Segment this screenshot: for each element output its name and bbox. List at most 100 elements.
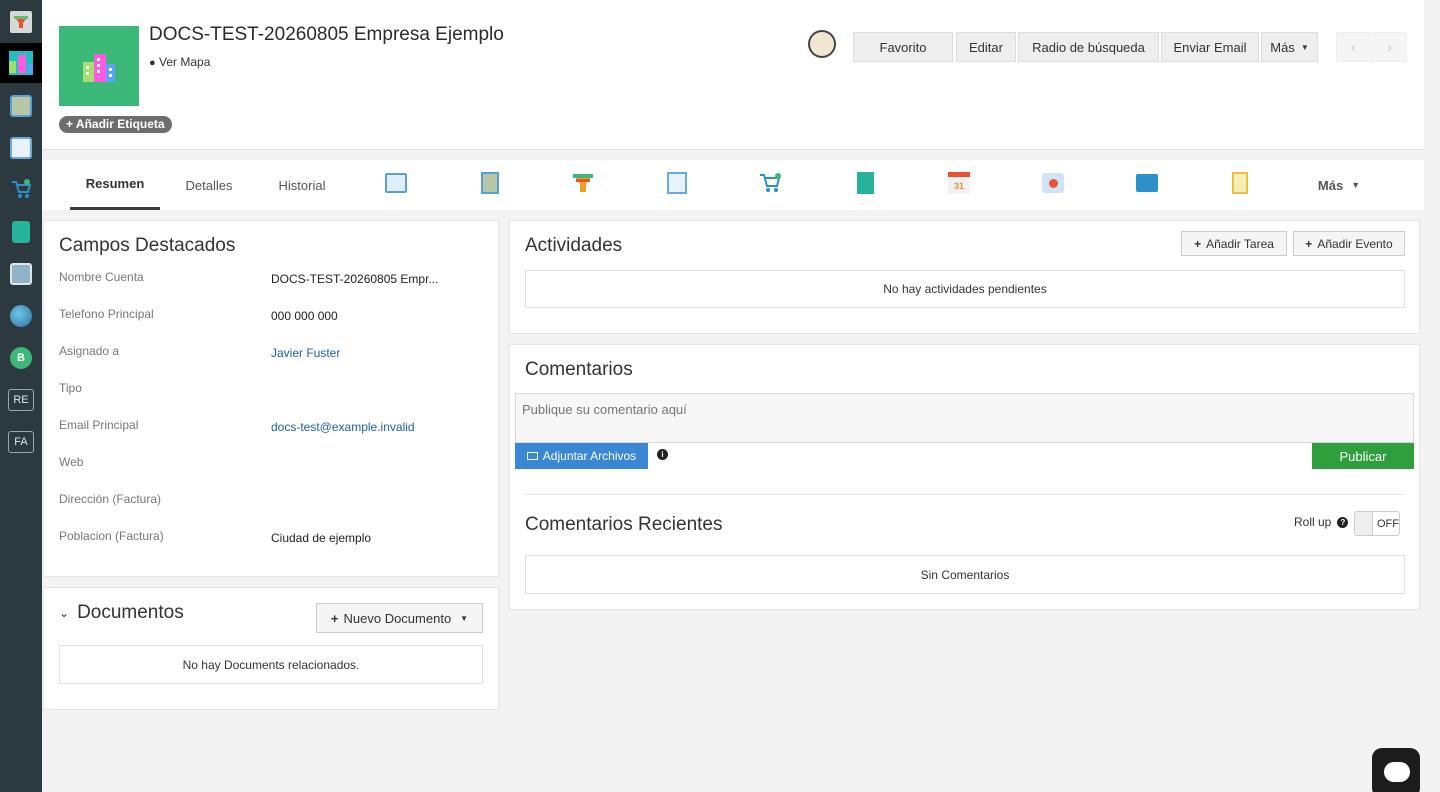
documents-empty-message: No hay Documents relacionados. [59,645,483,684]
rollup-control: Roll up ? [1294,515,1349,529]
key-fields-title: Campos Destacados [59,235,236,256]
sidebar-re-item[interactable]: RE [0,380,42,420]
document-edit-icon [10,137,32,159]
add-event-label: Añadir Evento [1317,236,1393,251]
cart-icon[interactable] [758,170,784,196]
tab-resumen[interactable]: Resumen [70,160,160,210]
field-label: Telefono Principal [59,307,154,321]
activities-panel: Actividades + Añadir Tarea + Añadir Even… [509,220,1420,334]
send-email-button[interactable]: Enviar Email [1161,32,1259,62]
caret-down-icon: ▼ [1351,180,1361,190]
key-fields-panel: Campos Destacados Nombre Cuenta DOCS-TES… [43,220,499,577]
email-icon[interactable] [1134,170,1160,196]
sidebar-globe-item[interactable] [0,296,42,336]
documents-header[interactable]: ⌄ Documentos [59,602,184,624]
invoice-icon [12,221,30,243]
publish-button[interactable]: Publicar [1312,443,1414,469]
documents-panel: ⌄ Documentos + Nuevo Documento ▼ No hay … [43,587,499,710]
previous-record-button[interactable]: ‹ [1336,32,1371,62]
add-tag-button[interactable]: + Añadir Etiqueta [59,116,172,133]
record-tabs: Resumen Detalles Historial 31 Más ▼ [42,160,1424,210]
comments-title: Comentarios [525,359,633,380]
globe-icon [10,305,32,327]
attach-files-label: Adjuntar Archivos [542,449,637,463]
chevron-down-icon: ⌄ [59,606,70,620]
comment-textarea[interactable] [515,393,1414,443]
laptop-icon [526,452,538,460]
field-value-email[interactable]: docs-test@example.invalid [271,420,415,434]
field-value-billing-city: Ciudad de ejemplo [271,531,372,545]
field-label: Asignado a [59,344,120,358]
field-value-account-name: DOCS-TEST-20260805 Empr... [271,272,439,286]
funnel-icon[interactable] [570,170,596,196]
add-task-label: Añadir Tarea [1206,236,1274,251]
meeting-icon[interactable] [383,170,409,196]
field-value-assigned-user[interactable]: Javier Fuster [271,346,340,360]
record-title: DOCS-TEST-20260805 Empresa Ejemplo [149,24,504,45]
field-value-phone[interactable]: 000 000 000 [271,309,338,323]
map-pin-icon[interactable] [1040,170,1066,196]
contact-icon[interactable] [477,170,503,196]
tab-historial[interactable]: Historial [262,160,342,210]
add-tag-label: Añadir Etiqueta [75,117,165,131]
more-actions-dropdown[interactable]: Más ▼ [1261,32,1318,62]
plus-icon: + [1194,236,1202,251]
caret-down-icon: ▼ [460,613,469,623]
tab-more-label: Más [1317,177,1344,193]
tab-more[interactable]: Más ▼ [1304,160,1374,210]
tab-detalles[interactable]: Detalles [169,160,249,210]
edit-button[interactable]: Editar [956,32,1016,62]
sidebar-reports-item[interactable] [0,254,42,294]
field-label: Dirección (Factura) [59,492,162,506]
sidebar-b-item[interactable]: B [0,338,42,378]
search-radius-button[interactable]: Radio de búsqueda [1018,32,1159,62]
toggle-knob [1355,512,1373,535]
quote-icon[interactable] [664,170,690,196]
next-record-button[interactable]: › [1372,32,1407,62]
sidebar-fa-item[interactable]: FA [0,422,42,462]
add-task-button[interactable]: + Añadir Tarea [1181,231,1287,256]
funnel-icon [10,11,32,33]
chevron-right-icon: › [1387,38,1392,56]
sidebar-leads-item[interactable] [0,2,42,42]
fa-icon: FA [8,431,34,453]
plus-icon: + [330,610,339,626]
field-label: Email Principal [59,418,139,432]
rollup-toggle[interactable]: OFF [1354,511,1400,536]
view-map-link[interactable]: ● Ver Mapa [149,55,210,69]
record-building-icon [59,26,139,106]
favorite-button[interactable]: Favorito [853,32,953,62]
sidebar-orders-item[interactable] [0,170,42,210]
recent-comments-title: Comentarios Recientes [525,514,723,535]
circle-b-icon: B [10,347,32,369]
attach-files-button[interactable]: Adjuntar Archivos [515,443,648,469]
toggle-state-label: OFF [1377,517,1399,530]
cart-icon [10,178,32,203]
activities-title: Actividades [525,235,623,256]
dashboard-icon [10,263,32,285]
sidebar-quotes-item[interactable] [0,128,42,168]
sidebar-accounts-item[interactable] [0,43,42,83]
field-label: Web [59,455,84,469]
sidebar-invoices-item[interactable] [0,212,42,252]
contact-card-icon [10,95,32,117]
question-icon[interactable]: ? [1337,516,1349,528]
invoice-icon[interactable] [852,170,878,196]
sidebar-contacts-item[interactable] [0,86,42,126]
comments-panel: Comentarios Adjuntar Archivos i Publicar… [509,344,1420,610]
more-actions-label: Más [1270,39,1295,55]
circle-b-letter: B [17,352,25,364]
field-label: Poblacion (Factura) [59,529,164,543]
rollup-label: Roll up [1294,515,1332,529]
info-icon[interactable]: i [657,449,668,460]
chat-widget-button[interactable] [1372,748,1420,792]
documents-title: Documentos [77,602,184,623]
notes-icon[interactable] [1227,170,1253,196]
re-icon: RE [8,389,34,411]
calendar-icon[interactable]: 31 [946,170,972,196]
new-document-button[interactable]: + Nuevo Documento ▼ [316,603,483,633]
activities-empty-message: No hay actividades pendientes [525,270,1405,308]
add-event-button[interactable]: + Añadir Evento [1293,231,1405,256]
chevron-left-icon: ‹ [1351,38,1356,56]
mailchimp-icon[interactable] [808,30,836,58]
